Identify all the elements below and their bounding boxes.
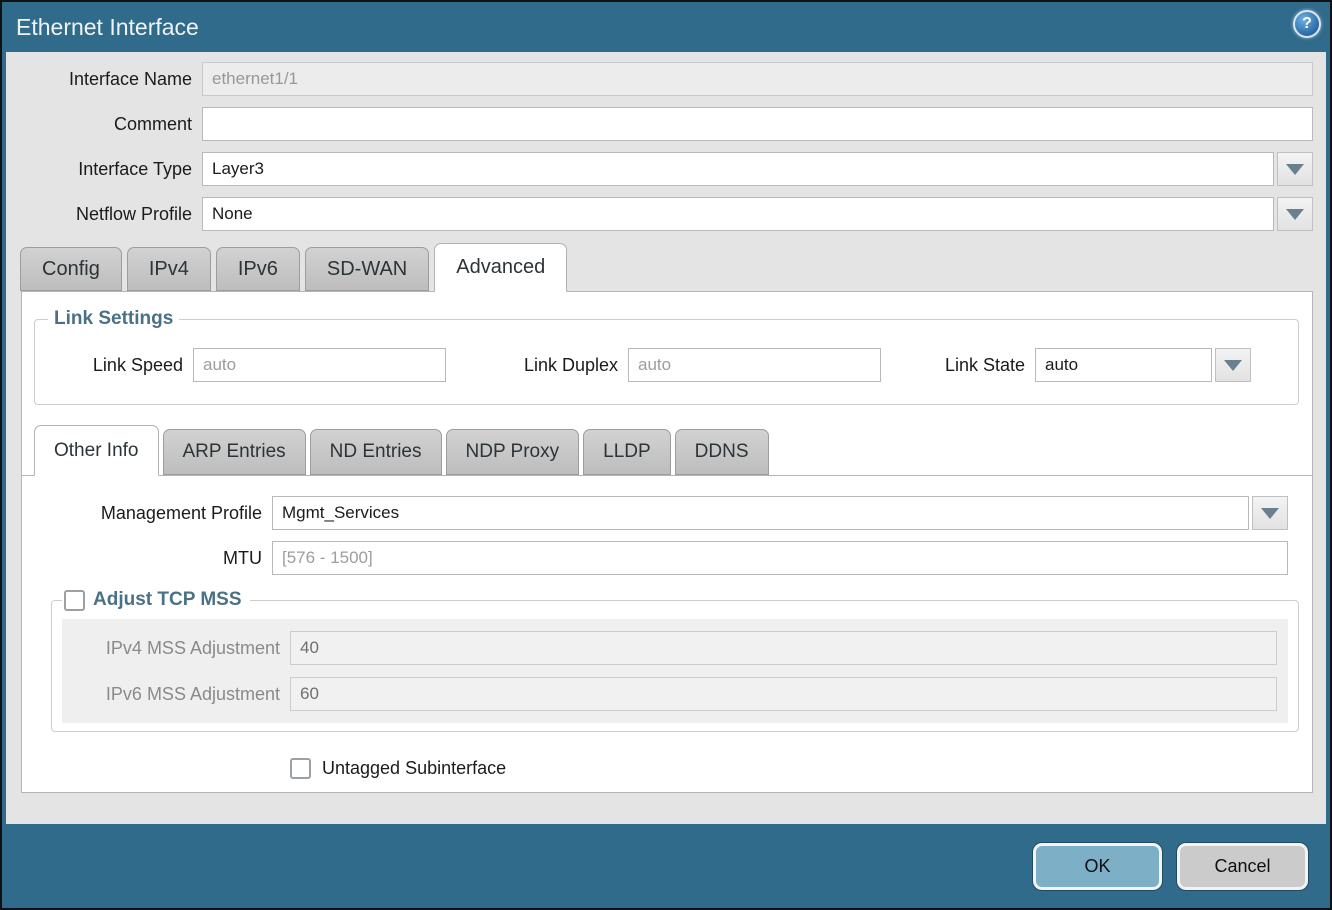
link-duplex-input[interactable] <box>628 348 881 382</box>
ipv6-mss-row: IPv6 MSS Adjustment <box>62 677 1288 711</box>
link-state-select[interactable] <box>1035 348 1212 382</box>
management-profile-row: Management Profile <box>22 496 1312 530</box>
comment-label: Comment <box>6 114 202 135</box>
link-settings-fieldset: Link Settings Link Speed Link Duplex Lin… <box>34 308 1299 405</box>
interface-name-label: Interface Name <box>6 69 202 90</box>
link-state-dropdown-button[interactable] <box>1215 348 1251 382</box>
interface-name-input <box>202 62 1313 96</box>
subtab-arp-entries[interactable]: ARP Entries <box>163 429 306 475</box>
tab-advanced[interactable]: Advanced <box>434 243 567 292</box>
chevron-down-icon <box>1261 508 1279 519</box>
netflow-profile-select[interactable] <box>202 197 1274 231</box>
subtab-lldp[interactable]: LLDP <box>583 429 671 475</box>
main-tabs: Config IPv4 IPv6 SD-WAN Advanced <box>20 242 1326 291</box>
advanced-subtabs: Other Info ARP Entries ND Entries NDP Pr… <box>22 425 1312 476</box>
link-state-label: Link State <box>933 355 1025 376</box>
ok-button[interactable]: OK <box>1033 843 1162 890</box>
adjust-tcp-mss-legend: Adjust TCP MSS <box>62 589 250 611</box>
interface-type-label: Interface Type <box>6 159 202 180</box>
untagged-subinterface-checkbox[interactable] <box>290 758 311 779</box>
subtab-ddns[interactable]: DDNS <box>675 429 769 475</box>
management-profile-label: Management Profile <box>22 503 272 524</box>
adjust-tcp-mss-fieldset: Adjust TCP MSS IPv4 MSS Adjustment IPv6 … <box>51 589 1299 732</box>
subtab-ndp-proxy[interactable]: NDP Proxy <box>446 429 580 475</box>
ipv4-mss-row: IPv4 MSS Adjustment <box>62 631 1288 665</box>
comment-input[interactable] <box>202 107 1313 141</box>
tab-ipv6[interactable]: IPv6 <box>216 247 300 291</box>
ipv6-mss-input <box>290 677 1277 711</box>
dialog-title: Ethernet Interface <box>16 14 199 41</box>
mtu-input[interactable] <box>272 541 1288 575</box>
cancel-button[interactable]: Cancel <box>1177 843 1308 890</box>
tab-ipv4[interactable]: IPv4 <box>127 247 211 291</box>
netflow-profile-dropdown-button[interactable] <box>1277 197 1313 231</box>
adjust-tcp-mss-checkbox[interactable] <box>64 590 85 611</box>
mtu-label: MTU <box>22 548 272 569</box>
dialog-titlebar: Ethernet Interface ? <box>2 2 1330 52</box>
subtab-other-info[interactable]: Other Info <box>34 425 159 476</box>
management-profile-dropdown-button[interactable] <box>1252 496 1288 530</box>
link-speed-input[interactable] <box>193 348 446 382</box>
chevron-down-icon <box>1286 209 1304 220</box>
mtu-row: MTU <box>22 541 1312 575</box>
chevron-down-icon <box>1286 164 1304 175</box>
mss-disabled-panel: IPv4 MSS Adjustment IPv6 MSS Adjustment <box>62 619 1288 723</box>
interface-name-row: Interface Name <box>6 62 1326 96</box>
help-icon[interactable]: ? <box>1293 10 1321 38</box>
interface-type-dropdown-button[interactable] <box>1277 152 1313 186</box>
dialog-body: Interface Name Comment Interface Type <box>2 52 1330 824</box>
chevron-down-icon <box>1224 360 1242 371</box>
ipv4-mss-label: IPv4 MSS Adjustment <box>62 638 290 659</box>
interface-type-row: Interface Type <box>6 152 1326 186</box>
tab-sdwan[interactable]: SD-WAN <box>305 247 429 291</box>
interface-type-select[interactable] <box>202 152 1274 186</box>
adjust-tcp-mss-label: Adjust TCP MSS <box>93 589 242 611</box>
comment-row: Comment <box>6 107 1326 141</box>
ethernet-interface-dialog: Ethernet Interface ? Interface Name Comm… <box>0 0 1332 910</box>
untagged-subinterface-label: Untagged Subinterface <box>322 758 506 779</box>
ipv6-mss-label: IPv6 MSS Adjustment <box>62 684 290 705</box>
advanced-tab-panel: Link Settings Link Speed Link Duplex Lin… <box>21 291 1313 793</box>
ipv4-mss-input <box>290 631 1277 665</box>
untagged-subinterface-row: Untagged Subinterface <box>290 758 1312 779</box>
link-speed-label: Link Speed <box>35 355 183 376</box>
link-duplex-label: Link Duplex <box>476 355 618 376</box>
link-settings-legend: Link Settings <box>48 308 179 330</box>
tab-config[interactable]: Config <box>20 247 122 291</box>
netflow-profile-row: Netflow Profile <box>6 197 1326 231</box>
dialog-footer: OK Cancel <box>2 824 1330 908</box>
management-profile-select[interactable] <box>272 496 1249 530</box>
subtab-nd-entries[interactable]: ND Entries <box>310 429 442 475</box>
netflow-profile-label: Netflow Profile <box>6 204 202 225</box>
